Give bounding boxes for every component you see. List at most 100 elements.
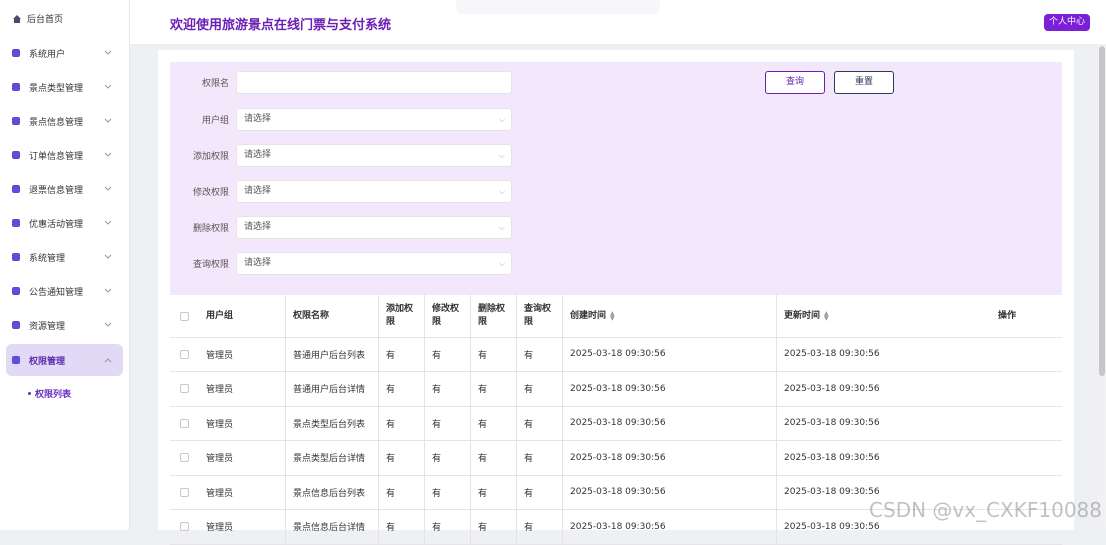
table-cell: 2025-03-18 09:30:56	[784, 349, 880, 359]
table-row[interactable]: 管理员 景点类型后台详情 有 有 有 有 2025-03-18 09:30:56 2025-0…	[170, 441, 1062, 476]
search-field-label: 添加权限	[192, 151, 229, 162]
row-checkbox[interactable]	[180, 487, 189, 497]
sidebar-item-label: 系统管理	[29, 253, 66, 264]
table-cell: 有	[524, 454, 534, 464]
column-divider	[424, 295, 425, 544]
table-cell: 2025-03-18 09:30:56	[570, 349, 666, 359]
sidebar-item-2[interactable]: 景点信息管理	[6, 105, 123, 137]
table-cell: 有	[478, 419, 488, 430]
search-select[interactable]: 请选择 ⌵	[236, 107, 512, 131]
table-cell: 有	[432, 350, 442, 361]
table-cell: 2025-03-18 09:30:56	[570, 487, 666, 497]
column-divider	[776, 295, 777, 544]
sidebar-item-label: 系统用户	[29, 49, 66, 60]
table-row[interactable]: 管理员 普通用户后台列表 有 有 有 有 2025-03-18 09:30:56 2025-0…	[170, 337, 1062, 372]
sidebar-home[interactable]: 后台首页	[12, 12, 63, 25]
table-row[interactable]: 管理员 普通用户后台详情 有 有 有 有 2025-03-18 09:30:56 2025-0…	[170, 372, 1062, 407]
sidebar-item-1[interactable]: 景点类型管理	[6, 71, 123, 103]
sidebar-item-8[interactable]: 资源管理	[6, 309, 123, 341]
th-edit-permission: 修改权限	[425, 295, 471, 337]
table-cell: 有	[524, 385, 534, 395]
sidebar-item-label: 优惠活动管理	[29, 219, 84, 230]
th-add-permission: 添加权限	[379, 295, 425, 337]
sort-icon[interactable]: ▲ ▼	[610, 311, 615, 322]
th-delete-permission: 删除权限	[471, 295, 517, 337]
table-cell: 2025-03-18 09:30:56	[784, 452, 880, 463]
sidebar-item-label: 景点类型管理	[29, 83, 84, 94]
table-cell: 管理员	[206, 454, 234, 464]
column-divider	[378, 295, 379, 544]
row-checkbox[interactable]	[180, 349, 189, 359]
sidebar-item-0[interactable]: 系统用户	[6, 37, 123, 69]
sidebar-item-7[interactable]: 公告通知管理	[6, 275, 123, 307]
user-center-button[interactable]: 个人中心	[1043, 14, 1090, 31]
table-cell: 景点类型后台详情	[293, 454, 366, 464]
sort-icon[interactable]: ▲ ▼	[824, 311, 829, 322]
table-cell: 有	[478, 454, 488, 464]
search-input[interactable]	[236, 70, 512, 94]
search-select[interactable]: 请选择 ⌵	[236, 179, 512, 203]
th-edit-line1: 修改权	[432, 304, 460, 314]
table-cell: 有	[524, 488, 534, 499]
table-cell: 有	[386, 523, 396, 533]
search-select[interactable]: 请选择 ⌵	[236, 143, 512, 167]
table-cell: 景点信息后台列表	[293, 488, 366, 499]
home-icon	[13, 14, 21, 23]
sidebar-item-5[interactable]: 优惠活动管理	[6, 207, 123, 239]
search-field-row: 修改权限 请选择 ⌵	[170, 179, 512, 203]
chevron-down-icon: ⌵	[498, 114, 505, 124]
select-all-checkbox[interactable]	[180, 311, 189, 321]
column-divider	[470, 295, 471, 544]
sidebar-item-6[interactable]: 系统管理	[6, 241, 123, 273]
table-cell: 有	[386, 419, 396, 430]
th-del-line1: 删除权	[478, 304, 506, 314]
sidebar-item-label: 订单信息管理	[29, 151, 84, 162]
sidebar-item-3[interactable]: 订单信息管理	[6, 139, 123, 171]
table-cell: 普通用户后台详情	[293, 385, 366, 395]
row-checkbox[interactable]	[180, 384, 189, 393]
sidebar-item-9[interactable]: 权限管理	[6, 344, 123, 376]
table-cell: 有	[478, 488, 488, 499]
search-field-label: 用户组	[201, 115, 229, 126]
sidebar-sub-item-permission-list[interactable]: 权限列表	[28, 387, 71, 400]
table-cell: 有	[386, 454, 396, 464]
reset-button[interactable]: 重置	[834, 71, 894, 94]
search-field-row: 用户组 请选择 ⌵	[170, 107, 512, 131]
table-cell: 管理员	[206, 488, 234, 499]
table-cell: 有	[386, 350, 396, 361]
sidebar-item-label: 资源管理	[29, 321, 66, 332]
table-cell: 有	[524, 350, 534, 361]
table-cell: 2025-03-18 09:30:56	[570, 418, 666, 428]
search-field-label: 修改权限	[192, 187, 229, 198]
sidebar-item-label: 景点信息管理	[29, 117, 84, 128]
search-select[interactable]: 请选择 ⌵	[236, 215, 512, 239]
search-field-row: 查询权限 请选择 ⌵	[170, 251, 512, 275]
sidebar-item-label: 权限管理	[29, 356, 66, 367]
table-cell: 有	[386, 385, 396, 395]
row-checkbox[interactable]	[180, 453, 189, 462]
th-query-permission: 查询权限	[517, 295, 563, 337]
column-divider	[562, 295, 563, 544]
doc-icon	[10, 115, 22, 127]
th-add-line1: 添加权	[386, 304, 414, 314]
chevron-down-icon: ⌵	[498, 258, 505, 268]
sidebar-sub-item-label: 权限列表	[35, 390, 72, 400]
search-field-row: 删除权限 请选择 ⌵	[170, 215, 512, 239]
table-cell: 有	[386, 488, 396, 499]
row-checkbox[interactable]	[180, 418, 189, 428]
table-cell: 2025-03-18 09:30:56	[784, 383, 880, 394]
table-row[interactable]: 管理员 景点类型后台列表 有 有 有 有 2025-03-18 09:30:56 2025-0…	[170, 406, 1062, 441]
th-permission-name: 权限名称	[293, 310, 330, 321]
query-button[interactable]: 查询	[765, 71, 825, 94]
table-cell: 有	[432, 454, 442, 464]
search-field-row: 添加权限 请选择 ⌵	[170, 143, 512, 167]
th-query-line2: 限	[524, 317, 534, 327]
row-select-cell	[170, 337, 199, 371]
search-select[interactable]: 请选择 ⌵	[236, 251, 512, 275]
column-divider	[285, 295, 286, 544]
th-updated-time[interactable]: 更新时间 ▲ ▼	[777, 295, 991, 337]
table-cell: 管理员	[206, 523, 234, 533]
sidebar-item-4[interactable]: 退票信息管理	[6, 173, 123, 205]
scrollbar-thumb[interactable]	[1099, 46, 1105, 376]
th-created-time[interactable]: 创建时间 ▲ ▼	[563, 295, 777, 337]
